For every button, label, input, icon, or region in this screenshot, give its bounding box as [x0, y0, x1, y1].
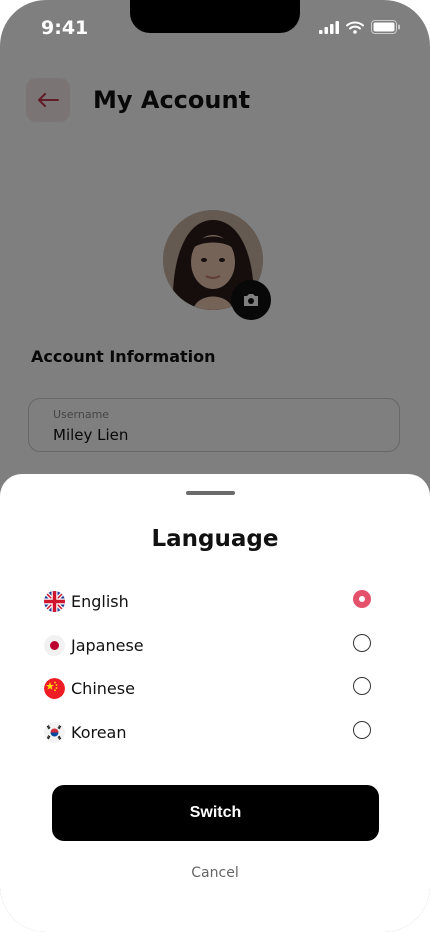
- china-flag-icon: [44, 677, 65, 699]
- language-option-english[interactable]: English: [44, 586, 374, 616]
- language-label: Japanese: [71, 635, 144, 655]
- battery-icon: [371, 20, 400, 34]
- sheet-drag-handle[interactable]: [186, 491, 235, 495]
- radio-english[interactable]: [353, 590, 371, 608]
- status-bar: 9:41: [0, 0, 430, 58]
- language-label: Korean: [71, 722, 127, 742]
- switch-button[interactable]: Switch: [52, 785, 379, 841]
- language-label: Chinese: [71, 678, 135, 698]
- device-notch: [130, 0, 300, 33]
- radio-korean[interactable]: [353, 721, 371, 739]
- sheet-title: Language: [151, 526, 279, 552]
- language-label: English: [71, 591, 129, 611]
- status-icons: [319, 20, 400, 34]
- language-option-japanese[interactable]: Japanese: [44, 630, 374, 660]
- radio-chinese[interactable]: [353, 677, 371, 695]
- language-option-chinese[interactable]: Chinese: [44, 673, 374, 703]
- language-bottom-sheet: Language English Japanese Chinese Korean…: [0, 474, 430, 932]
- phone-screen: My Account: [0, 0, 430, 932]
- japan-flag-icon: [44, 634, 65, 656]
- korea-flag-icon: [44, 721, 65, 743]
- status-time: 9:41: [41, 17, 89, 39]
- cancel-button[interactable]: Cancel: [0, 865, 430, 881]
- uk-flag-icon: [44, 590, 65, 612]
- radio-japanese[interactable]: [353, 634, 371, 652]
- wifi-icon: [346, 21, 364, 34]
- cellular-signal-icon: [319, 20, 339, 34]
- language-option-korean[interactable]: Korean: [44, 717, 374, 747]
